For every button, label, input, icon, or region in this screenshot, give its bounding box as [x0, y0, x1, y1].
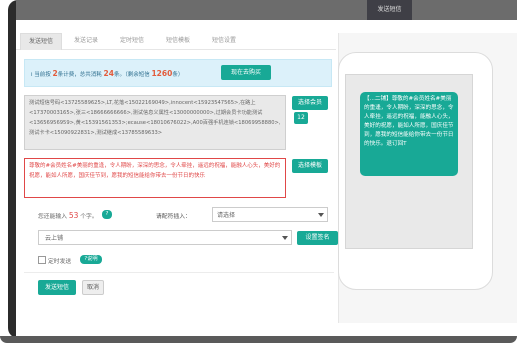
select-template-button[interactable]: 选择模板 [292, 159, 328, 173]
info-mid1: 条计费，总共消耗 [57, 72, 102, 78]
cancel-button[interactable]: 取消 [82, 280, 104, 295]
billing-info-text: i 当前按 2条计费，总共消耗 24条。（剩余短信 1260条） [31, 69, 183, 78]
laptop-frame: 发送短信 发送短信 发送记录 定时短信 短信模板 短信设置 i 当前按 2条计费… [0, 0, 517, 343]
tab-bar: 发送短信 发送记录 定时短信 短信模板 短信设置 [16, 33, 336, 50]
remaining-chars-text: 您还能输入 53 个字。 [38, 211, 98, 220]
insert-placeholder-select[interactable]: 请选择 [212, 207, 328, 222]
help-icon[interactable]: ? [102, 210, 112, 219]
set-signature-button[interactable]: 设置签名 [297, 231, 338, 245]
signature-select-value: 云上铺 [45, 235, 64, 242]
tab-sms-settings[interactable]: 短信设置 [204, 33, 244, 49]
chevron-down-icon [318, 213, 324, 217]
select-member-button[interactable]: 选择会员 [292, 96, 328, 110]
consumed-count: 24 [103, 69, 114, 78]
divider [24, 272, 334, 273]
insert-select-value: 请选择 [217, 212, 236, 219]
remaining-chars-count: 53 [68, 211, 79, 220]
insert-placeholder-label: 请配符插入： [156, 214, 191, 220]
schedule-help-badge[interactable]: ?说明 [80, 255, 102, 264]
tab-scheduled-sms[interactable]: 定时短信 [112, 33, 152, 49]
tab-send-sms[interactable]: 发送短信 [20, 33, 62, 50]
wordcount-prefix: 您还能输入 [38, 214, 67, 220]
laptop-bottom-edge [0, 336, 517, 343]
top-navbar: 发送短信 [16, 0, 517, 20]
info-suffix: 条） [172, 72, 184, 78]
billing-info-alert: i 当前按 2条计费，总共消耗 24条。（剩余短信 1260条） 现在去购买 [24, 59, 332, 87]
top-nav-active-item[interactable]: 发送短信 [367, 0, 412, 20]
recipients-textarea[interactable]: 测试短信号码<13725589625>,LT,花落<15022169049>,i… [24, 95, 286, 150]
sms-preview-bubble: 【...二铺】尊敬的#会员姓名#美丽的重逢，令人期盼，深深的思念，令人牵挂，遥远… [360, 92, 458, 176]
info-prefix: i 当前按 [31, 72, 51, 78]
send-sms-button[interactable]: 发送短信 [38, 280, 76, 295]
signature-select[interactable]: 云上铺 [38, 230, 292, 245]
scheduled-send-checkbox[interactable] [38, 256, 46, 264]
scheduled-send-label: 定时发送 [48, 259, 72, 265]
wordcount-suffix: 个字。 [80, 214, 98, 220]
remaining-count: 1260 [151, 69, 173, 78]
tab-send-records[interactable]: 发送记录 [66, 33, 106, 49]
info-mid2: 条。（剩余短信 [113, 72, 150, 78]
message-textarea[interactable]: 尊敬的#会员姓名#美丽的重逢，令人期盼，深深的思念，令人牵挂，遥远的祝福，能融人… [24, 158, 286, 198]
recipient-count-badge: 12 [294, 112, 308, 124]
chevron-down-icon [282, 236, 288, 240]
buy-now-button[interactable]: 现在去购买 [221, 65, 271, 80]
tab-sms-templates[interactable]: 短信模板 [158, 33, 198, 49]
